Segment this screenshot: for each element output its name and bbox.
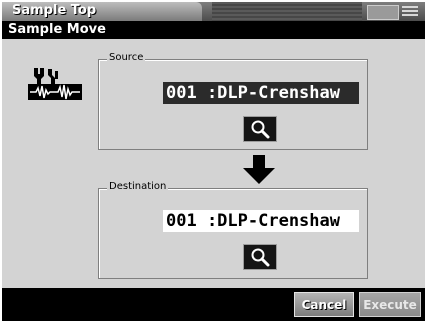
sample-wave-icon xyxy=(28,68,82,100)
cancel-button[interactable]: Cancel xyxy=(294,292,354,317)
arrow-down-icon xyxy=(243,155,275,184)
source-panel: Source 001 :DLP-Crenshaw xyxy=(98,52,368,150)
destination-panel: Destination 001 :DLP-Crenshaw xyxy=(98,181,368,279)
magnifier-icon xyxy=(251,120,270,139)
sample-top-tab[interactable]: Sample Top xyxy=(2,2,202,21)
top-bar: Sample Top xyxy=(2,2,425,21)
destination-search-button[interactable] xyxy=(243,244,277,270)
window-title: Sample Move xyxy=(8,22,106,37)
sample-top-tab-label: Sample Top xyxy=(12,3,97,18)
source-search-button[interactable] xyxy=(243,116,277,142)
status-indicator xyxy=(367,5,399,20)
source-label: Source xyxy=(107,52,146,63)
sample-move-screen: Sample Top Sample Move Source 001 :DLP-C… xyxy=(2,2,425,321)
bottom-bar: Cancel Execute xyxy=(2,288,425,321)
source-sample-field[interactable]: 001 :DLP-Crenshaw xyxy=(163,82,359,104)
execute-button[interactable]: Execute xyxy=(359,292,421,317)
destination-label: Destination xyxy=(107,181,169,192)
magnifier-icon xyxy=(251,248,270,267)
window-title-bar: Sample Move xyxy=(2,21,425,39)
top-bar-decoration xyxy=(212,2,362,21)
menu-icon[interactable] xyxy=(402,6,418,17)
destination-sample-field[interactable]: 001 :DLP-Crenshaw xyxy=(163,210,359,232)
